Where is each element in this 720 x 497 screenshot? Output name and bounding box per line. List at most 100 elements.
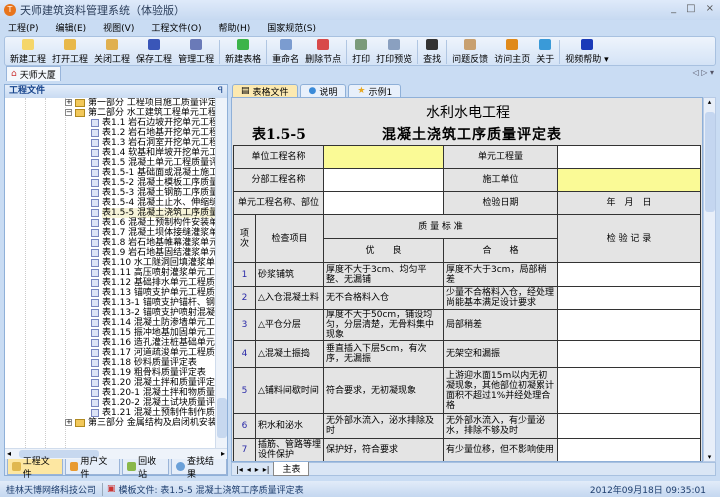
toolbar-button-feedback[interactable]: 问题反馈 (449, 37, 491, 65)
tree-item[interactable]: 表1.11 高压喷射灌浆单元工程质 (5, 268, 217, 278)
info-value-field[interactable] (323, 168, 444, 192)
inspection-record-field[interactable] (557, 438, 701, 461)
info-value-field[interactable] (323, 145, 444, 169)
tab-search-results[interactable]: 查找结果 (171, 457, 227, 480)
prev-sheet-button[interactable]: ◂ (247, 465, 251, 474)
sheet-tab-main[interactable]: 主表 (273, 462, 310, 476)
tree-item[interactable]: 表1.20 混凝土拌和质量评定表 (5, 378, 217, 388)
toolbar-button-video-help[interactable]: 视频帮助 ▾ (562, 37, 611, 65)
expand-toggle-icon[interactable]: + (65, 419, 72, 426)
tree-item[interactable]: 表1.5-5 混凝土浇筑工序质量评定 (5, 208, 217, 218)
tree-vertical-scrollbar[interactable] (215, 98, 227, 448)
toolbar-button-print[interactable]: 打印 (349, 37, 373, 65)
tree-item[interactable]: 表1.5 混凝土单元工程质量评定表 (5, 158, 217, 168)
menu-item[interactable]: 工程文件(O) (151, 21, 201, 34)
inspection-record-field[interactable] (557, 286, 701, 310)
first-sheet-button[interactable]: |◂ (236, 465, 243, 474)
toolbar-separator (417, 40, 419, 64)
info-value-field[interactable] (323, 191, 444, 215)
project-tree: + 第一部分 工程项目施工质量评定表 − 第二部分 水工建筑工程单元工程施工表1.1 … (5, 98, 217, 448)
toolbar-button-binoculars[interactable]: 查找 (420, 37, 444, 65)
info-value-field[interactable] (557, 168, 701, 192)
tree-item[interactable]: 表1.16 造孔灌注桩基础单元工程 (5, 338, 217, 348)
toolbar-button-open-folder[interactable]: 打开工程 (49, 37, 91, 65)
tree-folder[interactable]: − 第二部分 水工建筑工程单元工程施工 (5, 108, 217, 118)
inspection-record-field[interactable] (557, 309, 701, 341)
tree-item[interactable]: 表1.2 岩石地基开挖单元工程质量 (5, 128, 217, 138)
tree-item[interactable]: 表1.19 粗骨料质量评定表 (5, 368, 217, 378)
tree-item[interactable]: 表1.1 岩石边坡开挖单元工程质量 (5, 118, 217, 128)
tree-item[interactable]: 表1.13 锚喷支护单元工程质量评 (5, 288, 217, 298)
tree-item[interactable]: 表1.17 河道疏浚单元工程质量评 (5, 348, 217, 358)
inspection-record-field[interactable] (557, 367, 701, 414)
tree-item[interactable]: 表1.13-2 锚喷支护喷射混凝土质 (5, 308, 217, 318)
tree-item[interactable]: 表1.7 混凝土坝体接缝灌浆单元工 (5, 228, 217, 238)
next-sheet-button[interactable]: ▸ (255, 465, 259, 474)
sheet-vertical-scrollbar[interactable]: ▴ ▾ (703, 97, 716, 462)
toolbar-label: 访问主页 (494, 55, 531, 65)
menu-item[interactable]: 视图(V) (103, 21, 134, 34)
menu-item[interactable]: 帮助(H) (218, 21, 250, 34)
info-value-field[interactable] (557, 145, 701, 169)
menu-item[interactable]: 编辑(E) (55, 21, 86, 34)
document-icon (91, 148, 99, 157)
expand-toggle-icon[interactable]: + (65, 99, 72, 106)
toolbar-button-rename[interactable]: 重命名 (269, 37, 302, 65)
tab-user-files[interactable]: 用户文件 (64, 457, 121, 480)
expand-toggle-icon[interactable]: − (65, 109, 72, 116)
tab-recycle-bin[interactable]: 回收站 (122, 457, 170, 480)
tab-nav-arrows[interactable]: ◁ ▷ ▾ (693, 68, 714, 77)
toolbar-button-home[interactable]: 访问主页 (491, 37, 533, 65)
tree-item[interactable]: 表1.6 混凝土预制构件安装单元工 (5, 218, 217, 228)
tree-item[interactable]: 表1.18 砂料质量评定表 (5, 358, 217, 368)
tree-folder[interactable]: + 第一部分 工程项目施工质量评定表 (5, 98, 217, 108)
tab-description[interactable]: ● 说明 (299, 84, 347, 98)
tab-table-file[interactable]: ▤ 表格文件 (232, 84, 298, 98)
toolbar-button-new-table[interactable]: 新建表格 (222, 37, 264, 65)
tree-item[interactable]: 表1.12 基础排水单元工程质量评 (5, 278, 217, 288)
last-sheet-button[interactable]: ▸| (263, 465, 270, 474)
minimize-button[interactable]: _ (671, 3, 676, 14)
tree-item[interactable]: 表1.10 水工隧洞回填灌浆单元工 (5, 258, 217, 268)
toolbar-button-delete-node[interactable]: 删除节点 (302, 37, 344, 65)
folder-icon (75, 98, 85, 107)
toolbar-button-about[interactable]: 关于 (533, 37, 557, 65)
tree-item[interactable]: 表1.5-2 混凝土模板工序质量评定 (5, 178, 217, 188)
tab-example[interactable]: ★ 示例1 (348, 84, 402, 98)
maximize-button[interactable]: □ (686, 3, 695, 14)
inspection-record-field[interactable] (557, 262, 701, 287)
tree-item[interactable]: 表1.21 混凝土预制件制作质量评 (5, 408, 217, 418)
inspection-record-field[interactable] (557, 413, 701, 439)
panel-header: 工程文件 ꟼ (5, 85, 227, 98)
tree-item-label: 第二部分 水工建筑工程单元工程施工 (88, 108, 217, 118)
tree-item[interactable]: 表1.5-4 混凝土止水、伸缩缝和排 (5, 198, 217, 208)
toolbar-button-manage[interactable]: 管理工程 (175, 37, 217, 65)
tree-item[interactable]: 表1.3 岩石洞室开挖单元工程质量 (5, 138, 217, 148)
doc-tab-project[interactable]: ⌂ 天师大厦 (6, 66, 61, 81)
menu-item[interactable]: 国家规范(S) (267, 21, 316, 34)
toolbar-button-new-project[interactable]: 新建工程 (7, 37, 49, 65)
document-icon: ▤ (241, 86, 250, 96)
tab-project-files[interactable]: 工程文件 (7, 457, 63, 480)
tree-item[interactable]: 表1.4 软基和岸坡开挖单元工程质 (5, 148, 217, 158)
document-icon (91, 138, 99, 147)
close-button[interactable]: × (706, 3, 714, 14)
inspection-record-field[interactable] (557, 340, 701, 368)
tree-item[interactable]: 表1.15 振冲地基加固单元工程质 (5, 328, 217, 338)
tree-item[interactable]: 表1.20-2 混凝土试块质量评定表 (5, 398, 217, 408)
tree-item[interactable]: 表1.5-1 基础面或混凝土施工缝处 (5, 168, 217, 178)
tree-item[interactable]: 表1.9 岩石地基固结灌浆单元工程 (5, 248, 217, 258)
inspection-date-field[interactable]: 年 月 日 (557, 191, 701, 215)
tree-item[interactable]: 表1.13-1 锚喷支护锚杆、钢筋网 (5, 298, 217, 308)
tree-item[interactable]: 表1.8 岩石地基帷幕灌浆单元工程 (5, 238, 217, 248)
tree-folder[interactable]: + 第三部分 金属结构及启闭机安装工程 (5, 418, 217, 428)
toolbar-button-print-preview[interactable]: 打印预览 (373, 37, 415, 65)
menu-item[interactable]: 工程(P) (8, 21, 38, 34)
tree-item[interactable]: 表1.20-1 混凝土拌和物质量评定 (5, 388, 217, 398)
col-header-record: 检 验 记 录 (557, 214, 701, 263)
pin-icon[interactable]: ꟼ (218, 85, 223, 98)
tree-item[interactable]: 表1.14 混凝土防渗墙单元工程质 (5, 318, 217, 328)
toolbar-button-close-project[interactable]: 关闭工程 (91, 37, 133, 65)
tree-item[interactable]: 表1.5-3 混凝土钢筋工序质量评定 (5, 188, 217, 198)
toolbar-button-save[interactable]: 保存工程 (133, 37, 175, 65)
